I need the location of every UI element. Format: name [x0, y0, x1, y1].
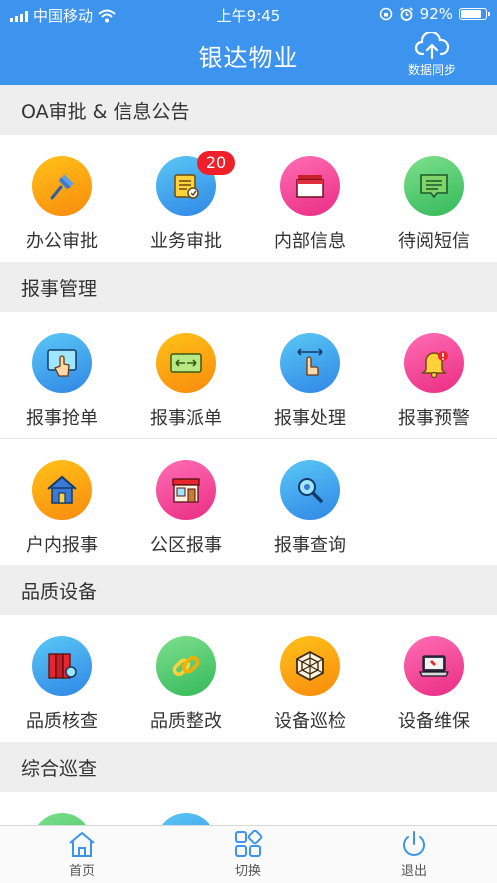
grid-item-label: 内部信息 — [274, 231, 346, 252]
grid-item-label: 公区报事 — [150, 535, 222, 556]
report-handle-button[interactable]: 报事处理 — [248, 312, 372, 436]
section-header-patrol: 综合巡查 — [0, 742, 497, 792]
grid-item-label: 报事查询 — [274, 535, 346, 556]
web-hexagon-icon — [280, 636, 340, 696]
dispatch-icon — [156, 333, 216, 393]
rotation-lock-icon — [379, 7, 392, 21]
section-title: 品质设备 — [21, 581, 98, 603]
tab-label: 首页 — [68, 864, 95, 879]
section-title: 报事管理 — [21, 278, 98, 300]
battery-percent: 92% — [419, 5, 453, 23]
grid-item-label: 报事抢单 — [26, 408, 98, 429]
public-area-report-button[interactable]: 公区报事 — [124, 439, 248, 563]
section-title: 综合巡查 — [21, 758, 98, 780]
partial-green-icon[interactable] — [32, 813, 92, 825]
nav-bar: 银达物业 数据同步 — [0, 28, 497, 85]
tab-logout[interactable]: 退出 — [374, 830, 454, 879]
cloud-upload-icon — [414, 32, 450, 60]
section-header-oa: OA审批 & 信息公告 — [0, 85, 497, 135]
section-title: OA审批 & 信息公告 — [21, 101, 190, 123]
alarm-icon — [399, 6, 413, 21]
grid-item-label: 报事处理 — [274, 408, 346, 429]
tab-label: 退出 — [400, 864, 427, 879]
bell-alert-icon — [404, 333, 464, 393]
power-icon — [403, 831, 425, 856]
house-icon — [32, 460, 92, 520]
grid-item-label: 待阅短信 — [398, 231, 470, 252]
equipment-inspection-button[interactable]: 设备巡检 — [248, 615, 372, 739]
chain-link-icon — [156, 636, 216, 696]
magnifier-icon — [280, 460, 340, 520]
tab-home[interactable]: 首页 — [42, 830, 122, 879]
grid-item-label: 办公审批 — [26, 231, 98, 252]
tab-bar: 首页 切换 退出 — [0, 825, 497, 883]
office-approval-button[interactable]: 办公审批 — [0, 135, 124, 259]
business-approval-button[interactable]: 20 业务审批 — [124, 135, 248, 259]
grid-row: 户内报事 公区报事 报事查询 — [0, 438, 497, 562]
binders-icon — [32, 636, 92, 696]
equipment-maintenance-button[interactable]: 设备维保 — [372, 615, 496, 739]
storefront-icon — [156, 460, 216, 520]
report-dispatch-button[interactable]: 报事派单 — [124, 312, 248, 436]
sync-label: 数据同步 — [407, 63, 456, 77]
report-grab-button[interactable]: 报事抢单 — [0, 312, 124, 436]
sync-button[interactable]: 数据同步 — [397, 32, 467, 78]
pin-icon — [32, 156, 92, 216]
grid-row: 品质核查 品质整改 设备巡检 设备维保 — [0, 615, 497, 739]
grid-switch-icon — [235, 830, 263, 857]
battery-icon — [459, 8, 490, 20]
grid-item-label: 户内报事 — [26, 535, 98, 556]
message-icon — [404, 156, 464, 216]
grid-row: 办公审批 20 业务审批 内部信息 待阅短信 — [0, 135, 497, 259]
grid-item-label: 品质整改 — [150, 711, 222, 732]
report-query-button[interactable]: 报事查询 — [248, 439, 372, 563]
section-header-report: 报事管理 — [0, 262, 497, 312]
quality-rectify-button[interactable]: 品质整改 — [124, 615, 248, 739]
pending-sms-button[interactable]: 待阅短信 — [372, 135, 496, 259]
tab-switch[interactable]: 切换 — [208, 830, 288, 879]
partial-blue-icon[interactable] — [156, 813, 216, 825]
quality-check-button[interactable]: 品质核查 — [0, 615, 124, 739]
status-bar: 中国移动 上午9:45 92% — [0, 0, 497, 28]
grid-item-label: 品质核查 — [26, 711, 98, 732]
grid-item-label: 设备维保 — [398, 711, 470, 732]
hand-swipe-icon — [280, 333, 340, 393]
notification-badge: 20 — [197, 151, 235, 175]
grid-item-label: 设备巡检 — [274, 711, 346, 732]
report-warning-button[interactable]: 报事预警 — [372, 312, 496, 436]
grid-row: 报事抢单 报事派单 报事处理 报事预警 — [0, 312, 497, 436]
home-icon — [69, 832, 95, 857]
touch-screen-icon — [32, 333, 92, 393]
indoor-report-button[interactable]: 户内报事 — [0, 439, 124, 563]
clock: 上午9:45 — [216, 7, 281, 25]
grid-row-partial — [0, 792, 497, 825]
section-header-quality: 品质设备 — [0, 565, 497, 615]
tab-label: 切换 — [234, 864, 261, 879]
laptop-repair-icon — [404, 636, 464, 696]
grid-item-label: 报事派单 — [150, 408, 222, 429]
grid-item-label: 业务审批 — [150, 231, 222, 252]
folder-icon — [280, 156, 340, 216]
internal-info-button[interactable]: 内部信息 — [248, 135, 372, 259]
grid-item-label: 报事预警 — [398, 408, 470, 429]
